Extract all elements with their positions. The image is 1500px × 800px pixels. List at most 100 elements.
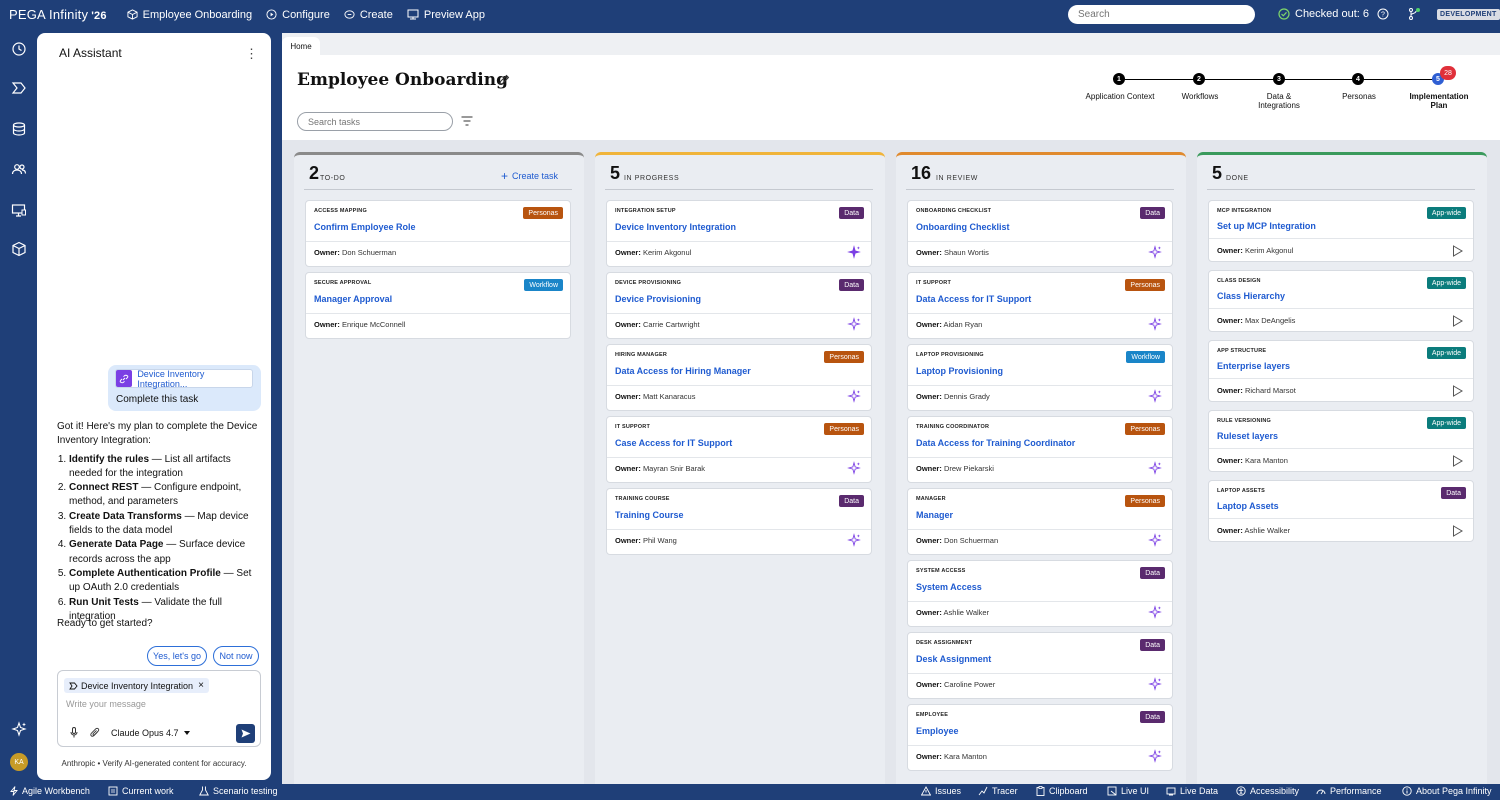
play-icon[interactable] (1452, 454, 1463, 472)
send-button[interactable] (236, 724, 255, 743)
current-work-link[interactable]: Current work (108, 786, 174, 796)
ai-sparkle-icon[interactable] (11, 721, 27, 737)
package-icon[interactable] (11, 241, 27, 257)
task-card[interactable]: TRAINING COURSE Data Training Course Owner:… (606, 488, 872, 555)
card-title[interactable]: Data Access for IT Support (916, 294, 1031, 304)
task-card[interactable]: ONBOARDING CHECKLIST Data Onboarding Check… (907, 200, 1173, 267)
microphone-icon[interactable] (70, 727, 78, 738)
global-search-input[interactable] (1068, 5, 1255, 24)
agile-workbench-link[interactable]: Agile Workbench (10, 786, 90, 796)
scenario-testing-link[interactable]: Scenario testing (199, 786, 278, 796)
card-title[interactable]: Employee (916, 726, 959, 736)
task-search-input[interactable] (297, 112, 453, 131)
model-selector[interactable]: Claude Opus 4.7 (111, 728, 190, 738)
card-title[interactable]: Case Access for IT Support (615, 438, 732, 448)
card-title[interactable]: Training Course (615, 510, 684, 520)
card-title[interactable]: Enterprise layers (1217, 361, 1290, 371)
play-icon[interactable] (1452, 524, 1463, 542)
issues-link[interactable]: Issues (921, 786, 961, 796)
context-tag[interactable]: Device Inventory Integration × (64, 678, 209, 693)
task-card[interactable]: LAPTOP PROVISIONING Workflow Laptop Provis… (907, 344, 1173, 411)
card-title[interactable]: Manager Approval (314, 294, 392, 304)
card-title[interactable]: Confirm Employee Role (314, 222, 416, 232)
task-card[interactable]: SECURE APPROVAL Workflow Manager Approval O… (305, 272, 571, 339)
remove-tag-icon[interactable]: × (198, 680, 204, 691)
card-title[interactable]: Onboarding Checklist (916, 222, 1010, 232)
task-card[interactable]: SYSTEM ACCESS Data System Access Owner: Ash… (907, 560, 1173, 627)
message-input[interactable]: Write your message (66, 699, 146, 709)
ai-sparkle-icon[interactable] (1148, 677, 1162, 696)
task-card[interactable]: APP STRUCTURE App-wide Enterprise layers Ow… (1208, 340, 1474, 402)
card-title[interactable]: System Access (916, 582, 982, 592)
attach-icon[interactable] (90, 727, 100, 738)
tab-home[interactable]: Home (282, 37, 320, 55)
ai-sparkle-icon[interactable] (847, 317, 861, 336)
task-card[interactable]: RULE VERSIONING App-wide Ruleset layers Own… (1208, 410, 1474, 472)
card-title[interactable]: Data Access for Training Coordinator (916, 438, 1075, 448)
card-title[interactable]: Ruleset layers (1217, 431, 1278, 441)
brand-logo[interactable]: PEGA Infinity '26 (9, 7, 107, 22)
ai-sparkle-icon[interactable] (847, 245, 861, 264)
ai-sparkle-icon[interactable] (847, 533, 861, 552)
avatar[interactable]: KA (10, 753, 28, 771)
task-card[interactable]: TRAINING COORDINATOR Personas Data Access … (907, 416, 1173, 483)
card-title[interactable]: Laptop Assets (1217, 501, 1279, 511)
step-2[interactable]: 2 (1193, 73, 1205, 85)
users-icon[interactable] (11, 161, 27, 177)
step-1[interactable]: 1 (1113, 73, 1125, 85)
edit-icon[interactable] (498, 74, 510, 86)
step-3[interactable]: 3 (1273, 73, 1285, 85)
yes-button[interactable]: Yes, let's go (147, 646, 207, 666)
card-title[interactable]: Data Access for Hiring Manager (615, 366, 751, 376)
more-options-icon[interactable]: ⋮ (245, 46, 258, 62)
task-link-chip[interactable]: Device Inventory Integration... (115, 369, 253, 389)
nav-create[interactable]: Create (344, 9, 393, 21)
ai-sparkle-icon[interactable] (1148, 389, 1162, 408)
about-link[interactable]: About Pega Infinity (1402, 786, 1492, 796)
task-card[interactable]: IT SUPPORT Personas Data Access for IT Sup… (907, 272, 1173, 339)
accessibility-link[interactable]: Accessibility (1236, 786, 1299, 796)
performance-link[interactable]: Performance (1316, 786, 1382, 796)
card-title[interactable]: Device Provisioning (615, 294, 701, 304)
ai-sparkle-icon[interactable] (1148, 749, 1162, 768)
clipboard-link[interactable]: Clipboard (1036, 786, 1088, 796)
card-title[interactable]: Class Hierarchy (1217, 291, 1285, 301)
step-4[interactable]: 4 (1352, 73, 1364, 85)
nav-preview-app[interactable]: Preview App (407, 9, 485, 21)
ai-sparkle-icon[interactable] (1148, 605, 1162, 624)
ai-sparkle-icon[interactable] (1148, 533, 1162, 552)
help-icon[interactable]: ? (1377, 8, 1389, 20)
create-task-button[interactable]: + Create task (501, 169, 558, 183)
tracer-link[interactable]: Tracer (978, 786, 1018, 796)
task-card[interactable]: INTEGRATION SETUP Data Device Inventory In… (606, 200, 872, 267)
nav-configure[interactable]: Configure (266, 9, 330, 21)
live-ui-link[interactable]: Live UI (1107, 786, 1149, 796)
task-card[interactable]: DEVICE PROVISIONING Data Device Provisioni… (606, 272, 872, 339)
card-title[interactable]: Manager (916, 510, 953, 520)
card-title[interactable]: Laptop Provisioning (916, 366, 1003, 376)
card-title[interactable]: Desk Assignment (916, 654, 991, 664)
ai-sparkle-icon[interactable] (847, 461, 861, 480)
task-card[interactable]: CLASS DESIGN App-wide Class Hierarchy Owner… (1208, 270, 1474, 332)
task-card[interactable]: EMPLOYEE Data Employee Owner: Kara Manton (907, 704, 1173, 771)
ai-sparkle-icon[interactable] (1148, 317, 1162, 336)
play-icon[interactable] (1452, 314, 1463, 332)
card-title[interactable]: Set up MCP Integration (1217, 221, 1316, 231)
screen-icon[interactable] (11, 202, 27, 218)
task-card[interactable]: IT SUPPORT Personas Case Access for IT Sup… (606, 416, 872, 483)
not-now-button[interactable]: Not now (213, 646, 259, 666)
ai-sparkle-icon[interactable] (847, 389, 861, 408)
task-card[interactable]: LAPTOP ASSETS Data Laptop Assets Owner: Ash… (1208, 480, 1474, 542)
task-card[interactable]: MANAGER Personas Manager Owner: Don Schuerm… (907, 488, 1173, 555)
ai-sparkle-icon[interactable] (1148, 461, 1162, 480)
database-icon[interactable] (11, 121, 27, 137)
task-card[interactable]: ACCESS MAPPING Personas Confirm Employee R… (305, 200, 571, 267)
live-data-link[interactable]: Live Data (1166, 786, 1218, 796)
card-title[interactable]: Device Inventory Integration (615, 222, 736, 232)
play-icon[interactable] (1452, 244, 1463, 262)
task-card[interactable]: HIRING MANAGER Personas Data Access for Hi… (606, 344, 872, 411)
clock-icon[interactable] (11, 41, 27, 57)
nav-employee-onboarding[interactable]: Employee Onboarding (127, 9, 252, 21)
checked-out-status[interactable]: Checked out: 6 (1278, 8, 1369, 20)
task-card[interactable]: DESK ASSIGNMENT Data Desk Assignment Owner:… (907, 632, 1173, 699)
